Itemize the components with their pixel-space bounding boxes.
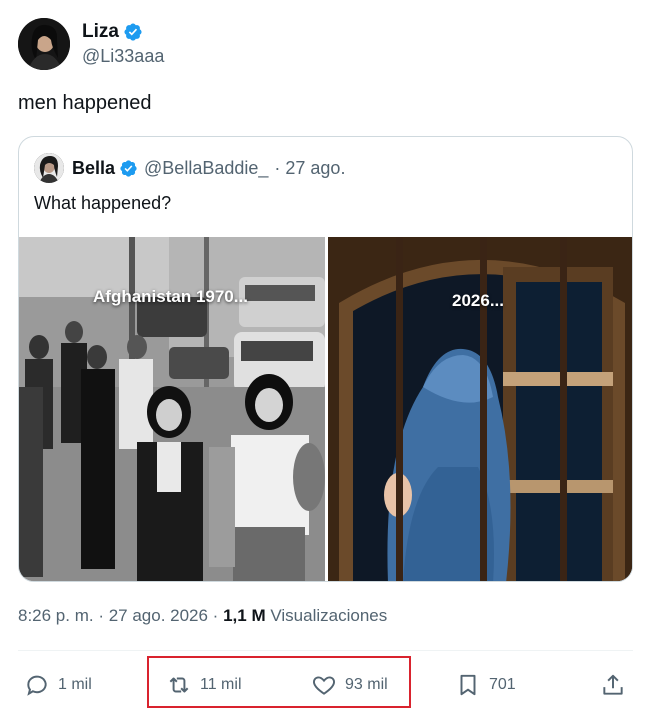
bookmark-count: 701 xyxy=(489,676,516,693)
highlight-box xyxy=(147,656,411,708)
quoted-text: What happened? xyxy=(34,193,172,213)
reply-count: 1 mil xyxy=(58,676,92,693)
share-button[interactable] xyxy=(600,665,626,705)
reply-icon xyxy=(27,675,47,696)
media-image-afghanistan-1970[interactable]: Afghanistan 1970... xyxy=(19,237,325,581)
verified-badge-icon xyxy=(120,159,137,177)
image-overlay-text: 2026... xyxy=(452,291,504,310)
verified-badge-icon xyxy=(124,23,142,41)
tweet-author[interactable]: Liza @Li33aaa xyxy=(18,18,164,70)
share-icon xyxy=(603,674,623,695)
reply-button[interactable]: 1 mil xyxy=(24,665,92,705)
quoted-media[interactable]: Afghanistan 1970... 2026... xyxy=(19,237,632,581)
quoted-author-avatar[interactable] xyxy=(34,153,64,183)
media-image-2026[interactable]: 2026... xyxy=(328,237,632,581)
author-handle[interactable]: @Li33aaa xyxy=(82,46,164,67)
bookmark-button[interactable]: 701 xyxy=(455,665,516,705)
tweet-meta: 8:26 p. m. · 27 ago. 2026 · 1,1 M Visual… xyxy=(18,606,387,626)
window-bars-photo xyxy=(328,237,632,581)
tweet-timestamp[interactable]: 8:26 p. m. · 27 ago. 2026 · xyxy=(18,606,218,625)
bookmark-icon xyxy=(460,674,476,696)
views-count: 1,1 M xyxy=(223,606,266,625)
divider xyxy=(18,650,633,651)
image-overlay-text: Afghanistan 1970... xyxy=(93,287,248,306)
author-display-name[interactable]: Liza xyxy=(82,21,119,43)
author-avatar[interactable] xyxy=(18,18,70,70)
quoted-handle[interactable]: @BellaBaddie_ xyxy=(144,158,268,179)
views-label: Visualizaciones xyxy=(270,606,388,625)
quoted-tweet[interactable]: Bella @BellaBaddie_ · 27 ago. What happe… xyxy=(18,136,633,582)
quoted-display-name[interactable]: Bella xyxy=(72,158,115,179)
tweet-text: men happened xyxy=(18,92,152,114)
quoted-date[interactable]: · 27 ago. xyxy=(274,158,345,179)
